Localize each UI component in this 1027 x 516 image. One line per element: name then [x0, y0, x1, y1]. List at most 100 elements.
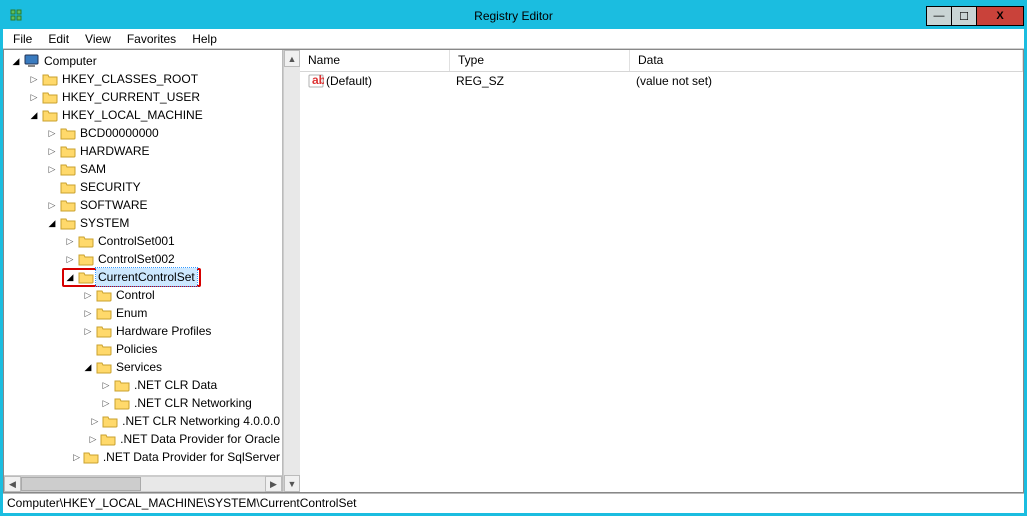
close-button[interactable]: X — [976, 6, 1024, 26]
scroll-left-button[interactable]: ◀ — [4, 476, 21, 492]
scroll-track[interactable] — [21, 476, 265, 492]
tree-node-netdp2[interactable]: ▷ .NET Data Provider for SqlServer — [6, 448, 282, 466]
tree-node-system[interactable]: ◢ SYSTEM — [6, 214, 282, 232]
tree-label: SYSTEM — [78, 214, 131, 232]
expander-icon[interactable]: ▷ — [28, 70, 40, 88]
tree-label: .NET Data Provider for Oracle — [118, 430, 282, 448]
tree-label: CurrentControlSet — [96, 268, 197, 286]
tree-hscrollbar[interactable]: ◀ ▶ — [4, 475, 282, 492]
value-data: (value not set) — [630, 74, 1023, 88]
tree-node-software[interactable]: ▷ SOFTWARE — [6, 196, 282, 214]
expander-icon[interactable]: ▷ — [82, 322, 94, 340]
scroll-right-button[interactable]: ▶ — [265, 476, 282, 492]
menubar: File Edit View Favorites Help — [3, 29, 1024, 49]
expander-icon[interactable]: ◢ — [64, 268, 76, 286]
expander-icon[interactable]: ▷ — [88, 430, 98, 448]
menu-view[interactable]: View — [77, 30, 119, 48]
expander-icon[interactable]: ◢ — [82, 358, 94, 376]
expander-icon[interactable]: ▷ — [46, 196, 58, 214]
expander-icon[interactable]: ▷ — [46, 142, 58, 160]
col-name[interactable]: Name — [300, 50, 450, 71]
expander-icon[interactable]: ▷ — [46, 124, 58, 142]
tree-node-enum[interactable]: ▷ Enum — [6, 304, 282, 322]
tree-node-sam[interactable]: ▷ SAM — [6, 160, 282, 178]
expander-icon[interactable]: ▷ — [28, 88, 40, 106]
tree-label: HKEY_CURRENT_USER — [60, 88, 202, 106]
folder-icon — [96, 324, 112, 338]
folder-icon — [42, 90, 58, 104]
folder-icon — [60, 144, 76, 158]
tree-node-hardware[interactable]: ▷ HARDWARE — [6, 142, 282, 160]
folder-icon — [78, 234, 94, 248]
menu-favorites[interactable]: Favorites — [119, 30, 184, 48]
tree-label: .NET CLR Networking — [132, 394, 254, 412]
scroll-thumb[interactable] — [21, 477, 141, 491]
tree-node-policies[interactable]: Policies — [6, 340, 282, 358]
registry-tree[interactable]: ◢ Computer ▷ HKEY_CLASSES_ROOT ▷ HKEY_CU… — [4, 50, 282, 475]
expander-icon[interactable]: ▷ — [64, 232, 76, 250]
tree-label: Services — [114, 358, 164, 376]
expander-icon[interactable]: ▷ — [72, 448, 80, 466]
tree-label: Hardware Profiles — [114, 322, 213, 340]
expander-icon[interactable]: ◢ — [28, 106, 40, 124]
expander-icon[interactable]: ▷ — [100, 376, 112, 394]
tree-node-services[interactable]: ◢ Services — [6, 358, 282, 376]
maximize-button[interactable]: ☐ — [951, 6, 977, 26]
menu-file[interactable]: File — [5, 30, 40, 48]
folder-icon — [78, 270, 94, 284]
expander-icon[interactable]: ◢ — [46, 214, 58, 232]
tree-node-cs002[interactable]: ▷ ControlSet002 — [6, 250, 282, 268]
tree-node-hwprofiles[interactable]: ▷ Hardware Profiles — [6, 322, 282, 340]
values-pane: Name Type Data ab (Default) REG_SZ (valu… — [300, 50, 1023, 492]
value-row-default[interactable]: ab (Default) REG_SZ (value not set) — [300, 72, 1023, 90]
tree-label: Control — [114, 286, 157, 304]
expander-icon[interactable]: ▷ — [89, 412, 100, 430]
expander-icon[interactable]: ▷ — [82, 304, 94, 322]
tree-label: Policies — [114, 340, 159, 358]
tree-node-netclrnet2[interactable]: ▷ .NET CLR Networking 4.0.0.0 — [6, 412, 282, 430]
tree-node-currentcontrolset[interactable]: ◢ CurrentControlSet — [6, 268, 282, 286]
tree-vscrollbar[interactable]: ▲ ▼ — [283, 50, 300, 492]
expander-icon[interactable]: ▷ — [46, 160, 58, 178]
titlebar[interactable]: Registry Editor — ☐ X — [3, 3, 1024, 29]
folder-icon — [60, 126, 76, 140]
tree-node-security[interactable]: SECURITY — [6, 178, 282, 196]
expander-icon[interactable]: ◢ — [10, 52, 22, 70]
expander-icon[interactable]: ▷ — [64, 250, 76, 268]
tree-label: BCD00000000 — [78, 124, 161, 142]
tree-node-hklm[interactable]: ◢ HKEY_LOCAL_MACHINE — [6, 106, 282, 124]
folder-icon — [83, 450, 99, 464]
folder-icon — [100, 432, 116, 446]
tree-node-netdp1[interactable]: ▷ .NET Data Provider for Oracle — [6, 430, 282, 448]
folder-icon — [96, 288, 112, 302]
tree-node-bcd[interactable]: ▷ BCD00000000 — [6, 124, 282, 142]
scroll-up-button[interactable]: ▲ — [284, 50, 300, 67]
window-controls: — ☐ X — [927, 6, 1024, 26]
expander-icon[interactable]: ▷ — [100, 394, 112, 412]
scroll-track[interactable] — [284, 67, 300, 475]
tree-node-control[interactable]: ▷ Control — [6, 286, 282, 304]
tree-node-hkcu[interactable]: ▷ HKEY_CURRENT_USER — [6, 88, 282, 106]
tree-node-netclrnet1[interactable]: ▷ .NET CLR Networking — [6, 394, 282, 412]
menu-edit[interactable]: Edit — [40, 30, 77, 48]
computer-icon — [24, 54, 40, 68]
tree-node-hkcr[interactable]: ▷ HKEY_CLASSES_ROOT — [6, 70, 282, 88]
value-name: (Default) — [326, 74, 372, 88]
minimize-button[interactable]: — — [926, 6, 952, 26]
tree-node-netclrdata[interactable]: ▷ .NET CLR Data — [6, 376, 282, 394]
expander-icon[interactable]: ▷ — [82, 286, 94, 304]
tree-node-cs001[interactable]: ▷ ControlSet001 — [6, 232, 282, 250]
regedit-icon — [9, 8, 25, 24]
tree-node-computer[interactable]: ◢ Computer — [6, 52, 282, 70]
tree-label: .NET Data Provider for SqlServer — [101, 448, 282, 466]
status-path: Computer\HKEY_LOCAL_MACHINE\SYSTEM\Curre… — [7, 496, 356, 510]
tree-pane: ◢ Computer ▷ HKEY_CLASSES_ROOT ▷ HKEY_CU… — [4, 50, 283, 492]
svg-text:ab: ab — [312, 74, 324, 87]
menu-help[interactable]: Help — [184, 30, 225, 48]
col-data[interactable]: Data — [630, 50, 1023, 71]
col-type[interactable]: Type — [450, 50, 630, 71]
folder-icon — [96, 306, 112, 320]
scroll-down-button[interactable]: ▼ — [284, 475, 300, 492]
list-body[interactable]: ab (Default) REG_SZ (value not set) — [300, 72, 1023, 492]
string-value-icon: ab — [308, 74, 324, 88]
